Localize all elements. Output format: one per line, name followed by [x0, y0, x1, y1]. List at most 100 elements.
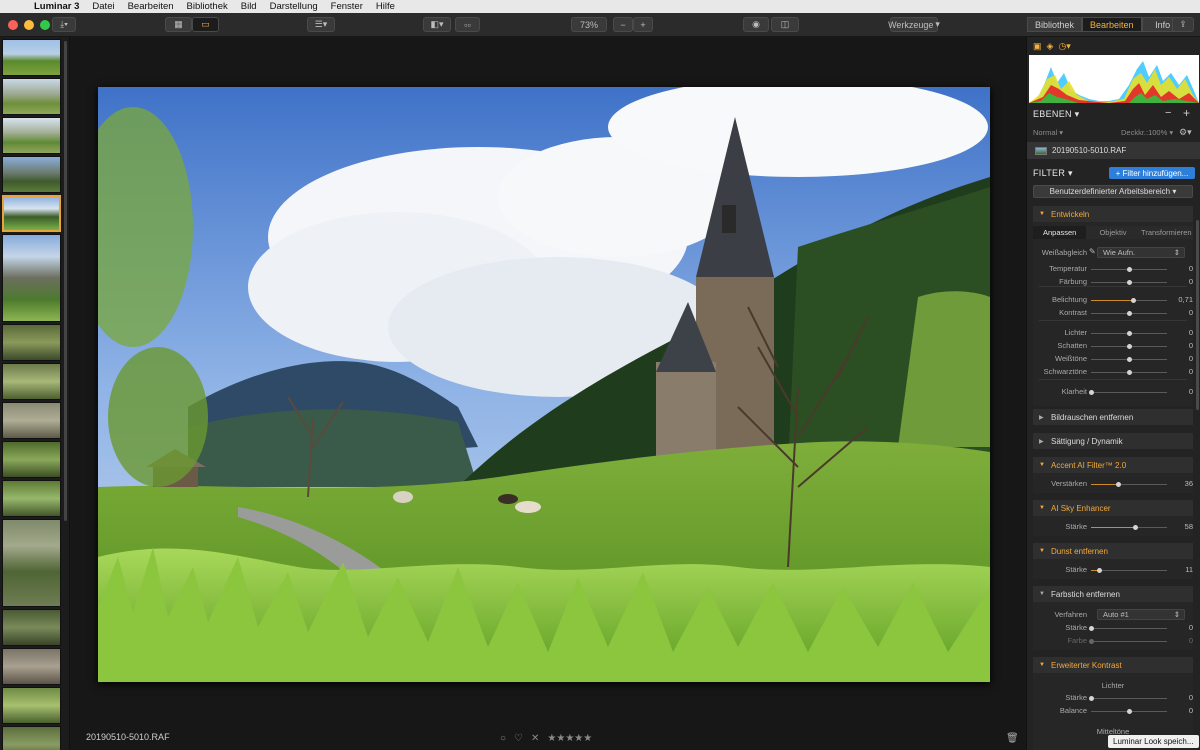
filter-header-develop[interactable]: ▼ Entwickeln [1033, 206, 1193, 222]
slider-knob[interactable] [1126, 369, 1132, 375]
slider-knob[interactable] [1126, 708, 1132, 714]
zoom-in-button[interactable]: + [633, 17, 653, 32]
filmstrip-scrollbar[interactable] [64, 41, 67, 521]
menu-datei[interactable]: Datei [92, 1, 114, 12]
add-layer-icon[interactable]: + [1183, 106, 1190, 120]
single-view-button[interactable]: ▭ [192, 17, 219, 32]
thumbnail[interactable] [2, 234, 61, 322]
reject-icon[interactable]: ✕ [531, 733, 539, 744]
thumbnail[interactable] [2, 519, 61, 607]
heart-icon[interactable]: ♡ [514, 733, 523, 744]
slider-knob[interactable] [1088, 695, 1094, 701]
thumbnail[interactable] [2, 402, 61, 439]
thumbnail[interactable] [2, 648, 61, 685]
slider-knob[interactable] [1126, 279, 1132, 285]
slider-knob[interactable] [1126, 343, 1132, 349]
eyedropper-icon[interactable]: ✎ [1089, 247, 1096, 256]
thumbnail[interactable] [2, 480, 61, 517]
menu-fenster[interactable]: Fenster [331, 1, 363, 12]
add-filter-button[interactable]: + Filter hinzufügen... [1109, 167, 1195, 179]
tab-bibliothek[interactable]: Bibliothek [1027, 17, 1083, 32]
star-rating[interactable]: ★★★★★ [547, 733, 592, 744]
filter-header-haze[interactable]: ▼ Dunst entfernen [1033, 543, 1193, 559]
share-button[interactable]: ⇪ [1172, 17, 1194, 32]
tab-bearbeiten[interactable]: Bearbeiten [1082, 17, 1142, 32]
sort-button[interactable]: ☰▾ [307, 17, 335, 32]
filter-title[interactable]: FILTER ▾ [1033, 168, 1073, 179]
main-photo[interactable] [98, 87, 990, 682]
preview-toggle-button[interactable]: ◉ [743, 17, 769, 32]
slider-knob[interactable] [1088, 625, 1094, 631]
menu-bild[interactable]: Bild [241, 1, 257, 12]
menu-app-name[interactable]: Luminar 3 [34, 1, 79, 12]
tab-transformieren[interactable]: Transformieren [1139, 226, 1193, 239]
history-icon[interactable]: ◷▾ [1058, 41, 1070, 52]
thumbnail[interactable] [2, 609, 61, 646]
tab-anpassen[interactable]: Anpassen [1033, 226, 1087, 239]
panel-scrollbar[interactable] [1196, 220, 1199, 410]
tab-objektiv[interactable]: Objektiv [1086, 226, 1140, 239]
filter-header-noise[interactable]: ▶ Bildrauschen entfernen [1033, 409, 1193, 425]
filter-header-accent[interactable]: ▼ Accent AI Filter™ 2.0 [1033, 457, 1193, 473]
thumbnail[interactable] [2, 324, 61, 361]
before-after-button[interactable]: ◫ [771, 17, 799, 32]
slider-knob[interactable] [1088, 389, 1094, 395]
zoom-out-button[interactable]: − [613, 17, 633, 32]
import-button[interactable]: ⤓▾ [52, 17, 76, 32]
tools-dropdown[interactable]: Werkzeuge ▾ [888, 17, 940, 32]
compare-button[interactable]: ▫▫ [455, 17, 480, 32]
remove-layer-icon[interactable]: − [1165, 107, 1171, 119]
zoom-level-dropdown[interactable]: 73% [571, 17, 607, 32]
thumbnail[interactable] [2, 156, 61, 193]
menu-bibliothek[interactable]: Bibliothek [187, 1, 228, 12]
layers-title[interactable]: EBENEN ▾ [1033, 109, 1079, 120]
slider-knob[interactable] [1115, 481, 1121, 487]
slider-knob[interactable] [1126, 310, 1132, 316]
slider-knob[interactable] [1132, 524, 1138, 530]
filter-header-sky[interactable]: ▼ AI Sky Enhancer [1033, 500, 1193, 516]
close-window-button[interactable] [8, 20, 18, 30]
gear-icon[interactable]: ⚙▾ [1179, 127, 1192, 138]
layers-icon[interactable]: ◈ [1047, 41, 1054, 52]
whitebalance-dropdown[interactable]: Wie Aufn. ⇕ [1097, 247, 1185, 258]
slider-track[interactable] [1091, 641, 1167, 642]
thumbnail[interactable] [2, 441, 61, 478]
trash-icon[interactable]: 🗑 [1006, 733, 1019, 744]
workspace-dropdown[interactable]: Benutzerdefinierter Arbeitsbereich ▾ [1033, 185, 1193, 198]
thumbnail[interactable] [2, 687, 61, 724]
filter-header-saturation[interactable]: ▶ Sättigung / Dynamik [1033, 433, 1193, 449]
slider-knob[interactable] [1131, 297, 1137, 303]
sidebar-toggle-button[interactable]: ◧▾ [423, 17, 451, 32]
thumbnail[interactable] [2, 363, 61, 400]
filter-header-contrast[interactable]: ▼ Erweiterter Kontrast [1033, 657, 1193, 673]
menu-hilfe[interactable]: Hilfe [376, 1, 395, 12]
menu-bearbeiten[interactable]: Bearbeiten [128, 1, 174, 12]
slider-knob[interactable] [1096, 567, 1102, 573]
slider-knob[interactable] [1126, 330, 1132, 336]
histogram-icon[interactable]: ▣ [1033, 41, 1042, 52]
slider-knob[interactable] [1126, 356, 1132, 362]
opacity-dropdown[interactable]: Deckkr.:100% ▾ [1121, 128, 1173, 137]
method-dropdown[interactable]: Auto #1 ⇕ [1097, 609, 1185, 620]
slider-knob[interactable] [1126, 266, 1132, 272]
chevron-updown-icon: ⇕ [1173, 610, 1180, 619]
layer-row[interactable]: 20190510-5010.RAF [1027, 142, 1200, 159]
thumbnail[interactable] [2, 39, 61, 76]
thumbnail[interactable] [2, 78, 61, 115]
slider-track[interactable] [1091, 628, 1167, 629]
zoom-window-button[interactable] [40, 20, 50, 30]
minimize-window-button[interactable] [24, 20, 34, 30]
filter-header-colorcast[interactable]: ▼ Farbstich entfernen [1033, 586, 1193, 602]
thumbnail[interactable] [2, 117, 61, 154]
gallery-view-button[interactable]: ▦ [165, 17, 192, 32]
whitebalance-row: Weißabgleich ✎ Wie Aufn. ⇕ [1033, 247, 1193, 259]
slider-track[interactable] [1091, 392, 1167, 393]
color-label-icon[interactable]: ○ [500, 733, 506, 744]
thumbnail-selected[interactable] [2, 195, 61, 232]
thumbnail[interactable] [2, 726, 61, 750]
menu-darstellung[interactable]: Darstellung [270, 1, 318, 12]
blend-mode-dropdown[interactable]: Normal ▾ [1033, 128, 1063, 137]
slider-track[interactable] [1091, 570, 1167, 571]
slider-track[interactable] [1091, 698, 1167, 699]
slider-knob[interactable] [1088, 638, 1094, 644]
